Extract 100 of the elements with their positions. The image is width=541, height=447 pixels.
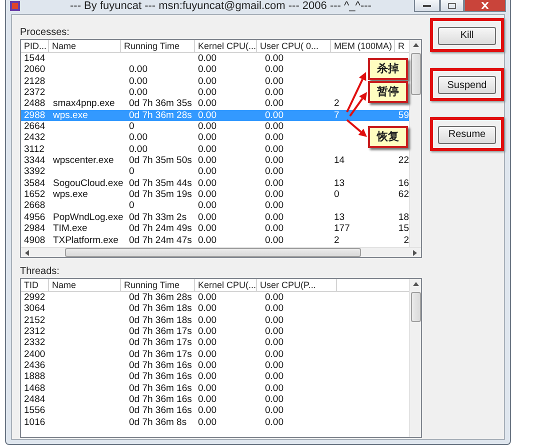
maximize-button[interactable] xyxy=(440,0,464,12)
table-cell: TXPlatform.exe xyxy=(53,234,118,246)
table-cell: 0.00 xyxy=(265,337,284,349)
scroll-up-icon[interactable] xyxy=(412,43,418,47)
column-header[interactable]: Kernel CPU(... xyxy=(195,40,257,52)
table-cell: 3392 xyxy=(24,166,46,178)
process-list[interactable] xyxy=(20,39,422,258)
table-cell: 0.00 xyxy=(129,64,148,76)
table-cell: 3344 xyxy=(24,155,46,166)
column-header[interactable]: MEM (100MA) xyxy=(331,40,395,52)
table-cell: 0.00 xyxy=(198,166,216,178)
close-button[interactable] xyxy=(464,0,506,12)
table-cell: 13 xyxy=(334,178,345,190)
table-cell: 0d 7h 35m 19s xyxy=(129,189,192,200)
table-cell: 0.00 xyxy=(265,405,284,417)
scrollbar-thumb[interactable] xyxy=(410,292,420,322)
table-cell: 1468 xyxy=(24,382,46,394)
scrollbar-thumb[interactable] xyxy=(410,53,420,95)
table-cell: 1888 xyxy=(24,371,46,383)
table-cell: 0d 7h 36m 28s xyxy=(129,110,192,122)
callout-label: 暂停 xyxy=(368,81,408,103)
scroll-left-icon[interactable] xyxy=(25,250,29,256)
table-cell: 0.00 xyxy=(265,64,284,76)
action-button[interactable]: Suspend xyxy=(438,76,496,94)
table-cell: 0.00 xyxy=(265,155,284,166)
column-header[interactable]: User CPU( 0... xyxy=(257,40,331,52)
table-cell: 2488 xyxy=(24,98,46,110)
scroll-up-icon[interactable] xyxy=(412,282,418,286)
table-cell: 0.00 xyxy=(129,132,148,144)
table-cell: 0 xyxy=(129,121,134,132)
table-cell: 3064 xyxy=(24,303,46,315)
column-header[interactable]: Kernel CPU(... xyxy=(195,279,257,291)
table-cell: wpscenter.exe xyxy=(53,155,114,166)
table-cell: 1652 xyxy=(24,189,46,200)
table-cell: 2668 xyxy=(24,200,46,212)
table-cell: 0.00 xyxy=(198,360,216,372)
action-button[interactable]: Resume xyxy=(438,126,496,144)
table-cell: 0.00 xyxy=(265,234,284,246)
table-cell: 14 xyxy=(334,155,345,166)
table-cell: 3584 xyxy=(24,178,46,190)
table-cell: 62 xyxy=(398,189,409,200)
table-cell: 0.00 xyxy=(198,155,216,166)
window-title: --- By fuyuncat --- msn:fuyuncat@gmail.com --- 2006 --- ^_^--- xyxy=(70,0,372,12)
column-header[interactable]: Name xyxy=(49,40,121,52)
column-header[interactable]: TID xyxy=(21,279,49,291)
table-cell: PopWndLog.exe xyxy=(53,212,124,224)
table-cell: 0.00 xyxy=(265,314,284,326)
table-cell: 0.00 xyxy=(198,53,216,64)
table-cell: 0d 7h 36m 17s xyxy=(129,348,192,360)
table-cell: 1556 xyxy=(24,405,46,417)
table-cell: 0.00 xyxy=(265,212,284,224)
scroll-right-icon[interactable] xyxy=(413,250,417,256)
table-cell: 4908 xyxy=(24,234,46,246)
table-cell: 22 xyxy=(398,155,409,166)
table-cell: 0.00 xyxy=(198,234,216,246)
table-cell: 0.00 xyxy=(198,303,216,315)
table-cell: 0d 7h 36m 16s xyxy=(129,360,192,372)
table-cell: smax4pnp.exe xyxy=(53,98,115,110)
column-header[interactable]: User CPU(P... xyxy=(257,279,337,291)
action-button[interactable]: Kill xyxy=(438,26,496,44)
table-cell: 3112 xyxy=(24,144,44,156)
table-cell: 0d 7h 36m 17s xyxy=(129,337,192,349)
column-header[interactable]: Name xyxy=(49,279,121,291)
table-cell: wps.exe xyxy=(53,110,88,122)
table-cell: 13 xyxy=(334,212,345,224)
table-cell: 0.00 xyxy=(265,416,284,428)
table-cell: 0.00 xyxy=(265,200,284,212)
table-cell: 0.00 xyxy=(198,98,216,110)
table-cell: 4956 xyxy=(24,212,46,224)
table-cell: 0d 7h 35m 50s xyxy=(129,155,192,166)
table-cell: 0d 7h 36m 35s xyxy=(129,98,192,110)
table-cell: 2984 xyxy=(24,223,46,234)
table-cell: 0.00 xyxy=(198,212,216,224)
table-cell: 2312 xyxy=(24,326,46,338)
table-cell: SogouCloud.exe xyxy=(53,178,124,190)
table-cell: 0.00 xyxy=(265,166,284,178)
table-cell: 0.00 xyxy=(198,371,216,383)
minimize-button[interactable] xyxy=(414,0,440,12)
table-cell: 15 xyxy=(398,223,409,234)
close-icon xyxy=(481,2,489,9)
table-cell: 0.00 xyxy=(198,64,216,76)
table-cell: 2152 xyxy=(24,314,46,326)
table-cell: wps.exe xyxy=(53,189,88,200)
table-cell: 0d 7h 36m 17s xyxy=(129,326,192,338)
table-cell: 0.00 xyxy=(198,200,216,212)
scrollbar-thumb[interactable] xyxy=(65,248,361,257)
column-header[interactable]: Running Time xyxy=(121,279,195,291)
table-cell: 0.00 xyxy=(198,326,216,338)
table-cell: 0.00 xyxy=(265,292,284,304)
thread-list[interactable] xyxy=(20,278,422,438)
table-cell: 2 xyxy=(334,234,340,246)
callout-label: 恢复 xyxy=(368,126,408,148)
column-header[interactable]: Running Time xyxy=(121,40,195,52)
table-cell: 0.00 xyxy=(265,189,284,200)
table-cell: 0.00 xyxy=(198,110,216,122)
table-cell: 0d 7h 36m 16s xyxy=(129,394,192,406)
maximize-icon xyxy=(448,2,456,8)
table-cell: 0.00 xyxy=(198,405,216,417)
column-header[interactable]: PID... xyxy=(21,40,49,52)
table-cell: 0.00 xyxy=(265,178,284,190)
